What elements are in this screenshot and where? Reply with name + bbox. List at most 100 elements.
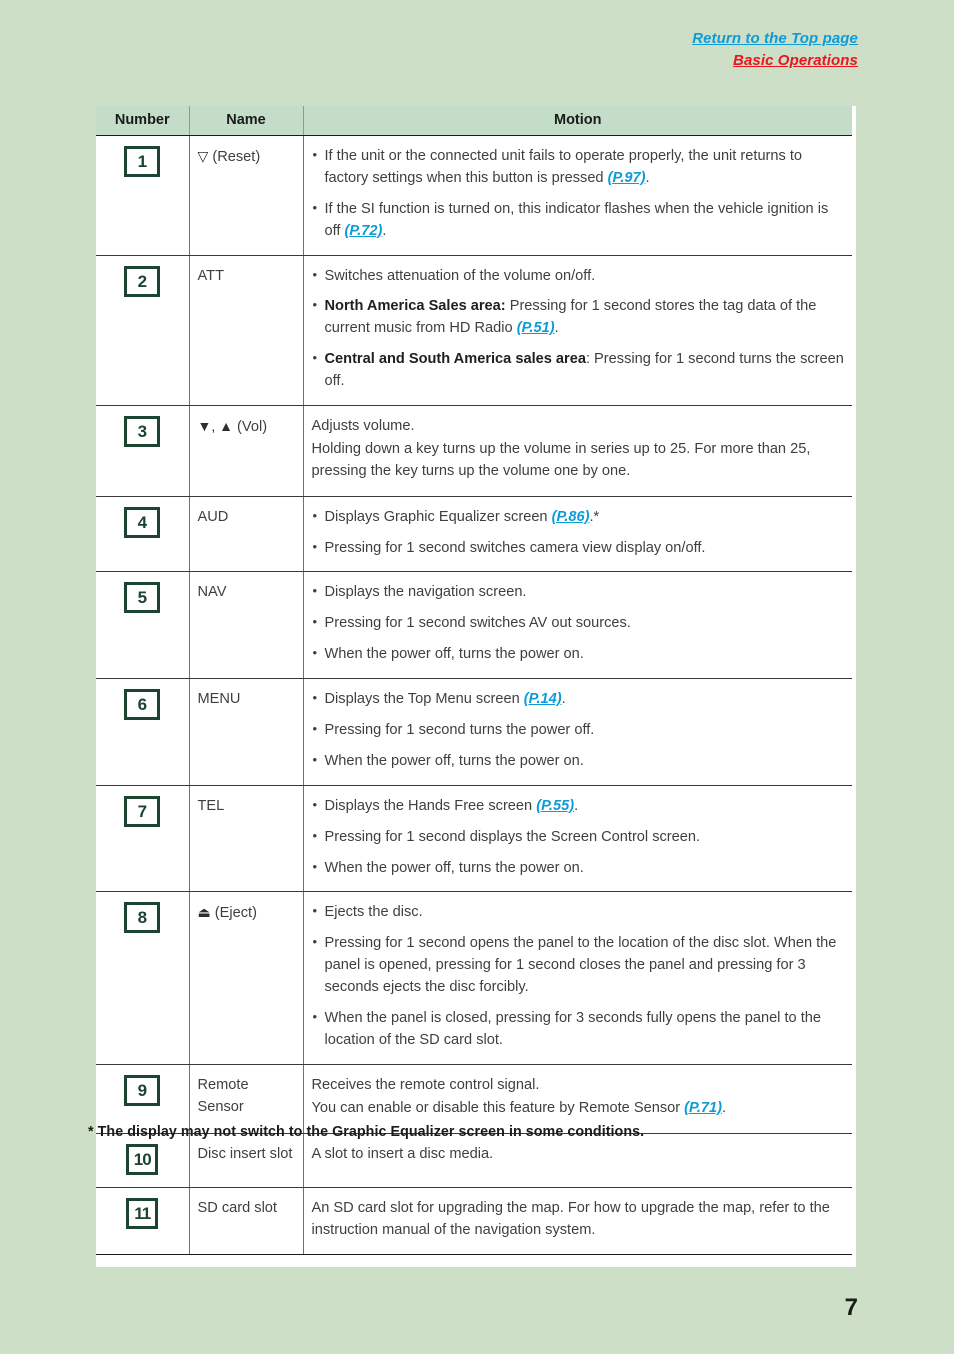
motion-bullet-item: North America Sales area: Pressing for 1… bbox=[312, 295, 845, 340]
motion-bullet-list: Displays the Hands Free screen (P.55). Pr… bbox=[312, 795, 845, 880]
cell-motion: Receives the remote control signal. You c… bbox=[302, 1064, 852, 1134]
motion-bullet-item: If the SI function is turned on, this in… bbox=[312, 198, 845, 243]
motion-bullet-list: Displays the navigation screen. Pressing … bbox=[312, 581, 845, 666]
motion-text: Displays the navigation screen. bbox=[324, 584, 527, 601]
motion-paragraph: An SD card slot for upgrading the map. F… bbox=[312, 1198, 845, 1242]
return-to-top-page-link[interactable]: Return to the Top page bbox=[692, 28, 858, 50]
number-badge: 10 bbox=[126, 1143, 159, 1175]
motion-paragraph: A slot to insert a disc media. bbox=[312, 1144, 845, 1166]
control-name-label: SD card slot bbox=[197, 1199, 277, 1216]
page-reference-link[interactable]: (P.86) bbox=[552, 509, 590, 525]
control-name-label: ATT bbox=[197, 267, 224, 284]
number-badge: 6 bbox=[124, 689, 161, 721]
motion-bullet-item: Ejects the disc. bbox=[312, 901, 845, 924]
table-row: 1 ▽ (Reset) If the unit or the connected u… bbox=[96, 135, 852, 256]
motion-text: . bbox=[382, 222, 387, 239]
motion-bullet-item: Pressing for 1 second switches AV out so… bbox=[312, 612, 845, 635]
cell-number: 9 bbox=[96, 1064, 189, 1134]
page-reference-link[interactable]: (P.14) bbox=[524, 691, 562, 707]
page-reference-link[interactable]: (P.97) bbox=[608, 170, 646, 186]
header-links: Return to the Top page Basic Operations bbox=[692, 28, 858, 72]
motion-paragraph-block: Receives the remote control signal. You c… bbox=[312, 1075, 845, 1120]
number-badge: 8 bbox=[124, 902, 161, 934]
motion-text: Switches attenuation of the volume on/of… bbox=[324, 267, 596, 284]
number-badge: 4 bbox=[124, 506, 161, 538]
cell-motion: Ejects the disc. Pressing for 1 second op… bbox=[302, 891, 852, 1065]
cell-name: AUD bbox=[188, 496, 303, 573]
cell-number: 7 bbox=[96, 785, 189, 893]
motion-text: . bbox=[574, 797, 579, 814]
cell-number: 11 bbox=[96, 1187, 189, 1256]
cell-number: 3 bbox=[96, 405, 189, 497]
cell-motion: Displays the Hands Free screen (P.55). Pr… bbox=[302, 785, 852, 893]
column-header-name: Name bbox=[188, 106, 303, 136]
table-header: Number Name Motion bbox=[96, 106, 852, 136]
motion-bullet-item: When the panel is closed, pressing for 3… bbox=[312, 1007, 845, 1052]
cell-motion: Displays Graphic Equalizer screen (P.86)… bbox=[302, 496, 852, 573]
motion-bullet-item: When the power off, turns the power on. bbox=[312, 750, 845, 773]
motion-bullet-item: Pressing for 1 second displays the Scree… bbox=[312, 826, 845, 849]
motion-bullet-item: Displays the Top Menu screen (P.14). bbox=[312, 688, 845, 711]
motion-paragraph: You can enable or disable this feature b… bbox=[312, 1098, 845, 1120]
control-symbol-icon: ▽ bbox=[197, 148, 209, 164]
motion-bullet-item: Pressing for 1 second opens the panel to… bbox=[312, 932, 845, 999]
control-name-label: Remote Sensor bbox=[197, 1076, 249, 1115]
motion-text: When the power off, turns the power on. bbox=[324, 646, 584, 663]
number-badge: 1 bbox=[124, 146, 161, 177]
table-row: 7 TEL Displays the Hands Free screen (P.55… bbox=[96, 785, 852, 893]
control-name-label: NAV bbox=[197, 584, 227, 601]
motion-text: Holding down a key turns up the volume i… bbox=[311, 440, 811, 479]
table-header-row: Number Name Motion bbox=[96, 106, 852, 136]
motion-text: Pressing for 1 second opens the panel to… bbox=[324, 935, 837, 996]
cell-number: 2 bbox=[96, 255, 189, 407]
emphasis-text: North America Sales area: bbox=[324, 298, 506, 315]
motion-text: When the power off, turns the power on. bbox=[324, 752, 584, 769]
number-badge: 5 bbox=[124, 582, 161, 614]
page-reference-link[interactable]: (P.55) bbox=[536, 798, 574, 814]
cell-motion: Switches attenuation of the volume on/of… bbox=[302, 255, 852, 407]
page-reference-link[interactable]: (P.51) bbox=[517, 320, 555, 336]
table-row: 11 SD card slot An SD card slot for upgrad… bbox=[96, 1187, 852, 1256]
cell-number: 5 bbox=[96, 571, 189, 680]
motion-bullet-item: Central and South America sales area: Pr… bbox=[312, 348, 845, 393]
page-number: 7 bbox=[844, 1294, 858, 1321]
basic-operations-link[interactable]: Basic Operations bbox=[692, 50, 858, 72]
control-name-label: (Reset) bbox=[208, 149, 261, 165]
cell-motion: Adjusts volume. Holding down a key turns … bbox=[302, 405, 852, 497]
cell-motion: If the unit or the connected unit fails … bbox=[302, 135, 852, 256]
motion-bullet-item: Switches attenuation of the volume on/of… bbox=[312, 265, 845, 288]
motion-text: When the power off, turns the power on. bbox=[324, 859, 584, 876]
motion-bullet-item: When the power off, turns the power on. bbox=[312, 857, 845, 880]
table-row: 2 ATT Switches attenuation of the volume o… bbox=[96, 255, 852, 407]
number-badge: 9 bbox=[124, 1074, 161, 1106]
motion-bullet-list: Switches attenuation of the volume on/of… bbox=[312, 265, 845, 393]
cell-name: ATT bbox=[188, 255, 303, 407]
number-badge: 11 bbox=[126, 1197, 159, 1229]
table-row: 10 Disc insert slot A slot to insert a dis… bbox=[96, 1133, 852, 1188]
control-name-label: Disc insert slot bbox=[197, 1145, 293, 1162]
page-reference-link[interactable]: (P.72) bbox=[345, 223, 383, 239]
control-reference-table: Number Name Motion 1 ▽ (Reset) If the unit… bbox=[96, 106, 852, 1256]
page-reference-link[interactable]: (P.71) bbox=[684, 1100, 722, 1116]
table-row: 8 ⏏ (Eject) Ejects the disc. Pressing for 1… bbox=[96, 891, 852, 1065]
cell-name: SD card slot bbox=[188, 1187, 303, 1256]
cell-name: ▽ (Reset) bbox=[188, 135, 303, 256]
motion-text: When the panel is closed, pressing for 3… bbox=[324, 1010, 822, 1048]
motion-text: . bbox=[722, 1099, 727, 1116]
motion-bullet-item: Displays the navigation screen. bbox=[312, 581, 845, 604]
cell-name: Disc insert slot bbox=[188, 1133, 303, 1188]
control-symbol-icon: ⏏ bbox=[197, 904, 211, 921]
motion-bullet-list: Displays the Top Menu screen (P.14). Pres… bbox=[312, 688, 845, 773]
table-row: 3 ▼, ▲ (Vol) Adjusts volume. Holding down a… bbox=[96, 405, 852, 497]
motion-bullet-list: If the unit or the connected unit fails … bbox=[312, 145, 845, 243]
cell-number: 4 bbox=[96, 496, 189, 573]
cell-motion: Displays the Top Menu screen (P.14). Pres… bbox=[302, 678, 852, 786]
cell-name: TEL bbox=[188, 785, 303, 893]
motion-paragraph: Receives the remote control signal. bbox=[312, 1075, 845, 1097]
motion-bullet-list: Displays Graphic Equalizer screen (P.86)… bbox=[312, 506, 845, 560]
motion-bullet-item: Pressing for 1 second turns the power of… bbox=[312, 719, 845, 742]
control-symbol-icon: ▼, ▲ bbox=[197, 418, 234, 435]
motion-bullet-item: Displays the Hands Free screen (P.55). bbox=[312, 795, 845, 818]
number-badge: 7 bbox=[124, 795, 161, 827]
motion-bullet-item: When the power off, turns the power on. bbox=[312, 643, 845, 666]
